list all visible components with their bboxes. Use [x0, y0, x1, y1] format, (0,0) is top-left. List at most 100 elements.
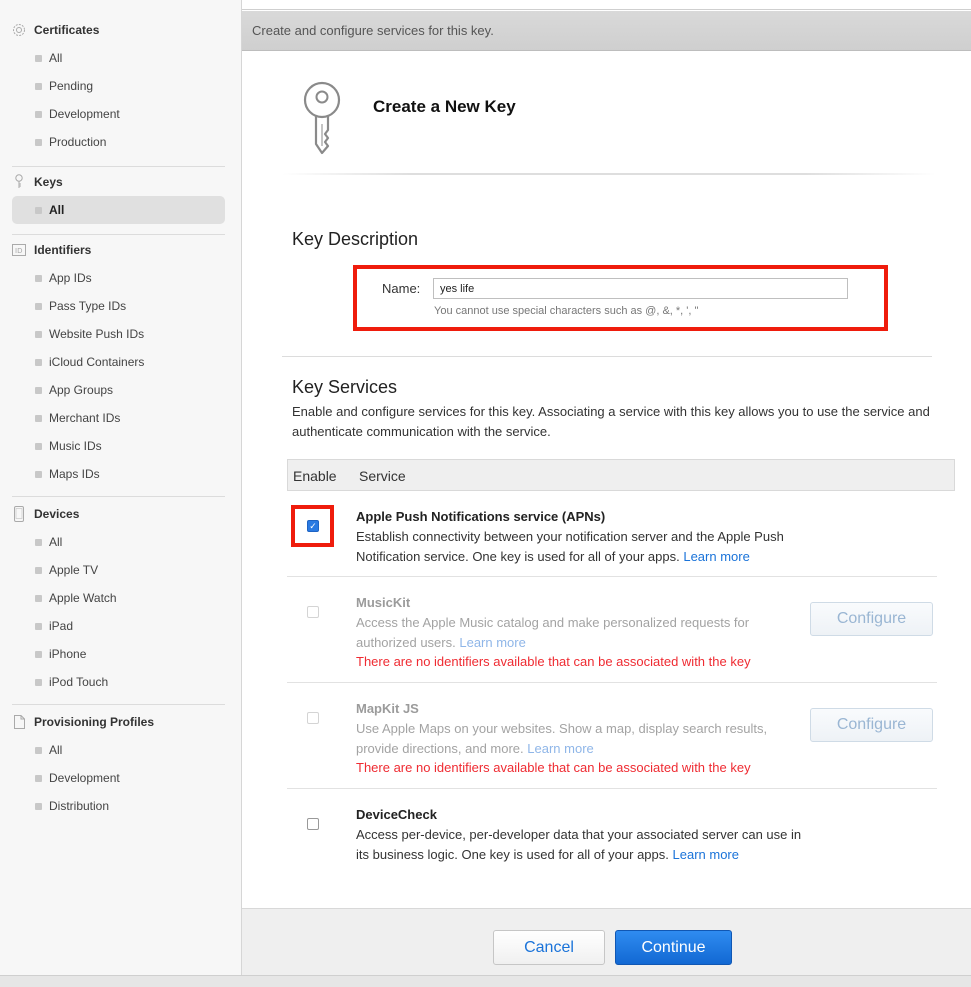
gear-badge-icon: [12, 23, 26, 37]
sidebar-item-apple-watch[interactable]: Apple Watch: [12, 584, 225, 612]
sidebar-item-app-ids[interactable]: App IDs: [12, 264, 225, 292]
sidebar-item-label: iPod Touch: [49, 675, 109, 689]
column-header-enable: Enable: [293, 468, 337, 484]
device-icon: [12, 506, 26, 522]
sidebar-item-label: iCloud Containers: [49, 355, 145, 369]
sidebar-divider: [12, 496, 225, 497]
sidebar-item-label: iPhone: [49, 647, 87, 661]
services-table-header: Enable Service: [287, 459, 955, 491]
sidebar-item-certificates-development[interactable]: Development: [12, 100, 225, 128]
key-icon: [298, 80, 346, 158]
sidebar-item-label: Merchant IDs: [49, 411, 121, 425]
sidebar-item-label: Development: [49, 107, 120, 121]
bullet-icon: [35, 442, 42, 450]
bullet-icon: [35, 330, 42, 338]
cancel-button[interactable]: Cancel: [493, 930, 605, 965]
sidebar-item-certificates-all[interactable]: All: [12, 44, 225, 72]
sidebar-item-ipod-touch[interactable]: iPod Touch: [12, 668, 225, 696]
sidebar-section-devices: Devices All Apple TV Apple Watch iPad iP…: [12, 500, 225, 696]
sidebar-item-label: Development: [49, 771, 120, 785]
configure-button-mapkit-js[interactable]: Configure: [810, 708, 933, 742]
sidebar-item-keys-all[interactable]: All: [12, 196, 225, 224]
learn-more-link-musickit[interactable]: Learn more: [459, 635, 525, 650]
sidebar-item-label: All: [49, 535, 63, 549]
section-divider: [282, 356, 932, 357]
bullet-icon: [35, 594, 42, 602]
learn-more-link-apns[interactable]: Learn more: [683, 549, 749, 564]
configure-button-musickit[interactable]: Configure: [810, 602, 933, 636]
sidebar-item-profiles-development[interactable]: Development: [12, 764, 225, 792]
bullet-icon: [35, 650, 42, 658]
footer-bar: Cancel Continue: [242, 908, 971, 975]
sidebar-divider: [12, 704, 225, 705]
bullet-icon: [35, 414, 42, 422]
bullet-icon: [35, 82, 42, 90]
page-subheader: Create and configure services for this k…: [242, 11, 971, 51]
key-name-input[interactable]: [433, 278, 848, 299]
sidebar-item-certificates-production[interactable]: Production: [12, 128, 225, 156]
document-icon: [12, 715, 26, 729]
sidebar-item-label: Apple TV: [49, 563, 99, 577]
sidebar-item-maps-ids[interactable]: Maps IDs: [12, 460, 225, 488]
sidebar-heading-label: Keys: [34, 175, 63, 189]
sidebar: Certificates All Pending Development Pro…: [0, 0, 242, 975]
bullet-icon: [35, 746, 42, 754]
name-hint: You cannot use special characters such a…: [434, 305, 699, 317]
devicecheck-checkbox[interactable]: [307, 818, 319, 830]
sidebar-heading-identifiers[interactable]: ID Identifiers: [12, 236, 225, 264]
sidebar-item-website-push-ids[interactable]: Website Push IDs: [12, 320, 225, 348]
continue-button[interactable]: Continue: [615, 930, 732, 965]
learn-more-link-mapkit-js[interactable]: Learn more: [527, 741, 593, 756]
sidebar-item-music-ids[interactable]: Music IDs: [12, 432, 225, 460]
top-strip: [242, 0, 971, 10]
sidebar-item-iphone[interactable]: iPhone: [12, 640, 225, 668]
key-icon: [12, 174, 26, 189]
title-divider: [282, 173, 936, 175]
bullet-icon: [35, 774, 42, 782]
error-message-musickit: There are no identifiers available that …: [356, 654, 751, 669]
mapkit-js-checkbox[interactable]: [307, 712, 319, 724]
bullet-icon: [35, 802, 42, 810]
sidebar-heading-certificates[interactable]: Certificates: [12, 16, 225, 44]
sidebar-item-merchant-ids[interactable]: Merchant IDs: [12, 404, 225, 432]
sidebar-heading-label: Devices: [34, 507, 80, 521]
bullet-icon: [35, 138, 42, 146]
sidebar-item-app-groups[interactable]: App Groups: [12, 376, 225, 404]
sidebar-item-label: All: [49, 203, 65, 217]
sidebar-item-label: All: [49, 743, 63, 757]
sidebar-item-label: All: [49, 51, 63, 65]
learn-more-link-devicecheck[interactable]: Learn more: [673, 847, 739, 862]
bullet-icon: [35, 622, 42, 630]
page-title: Create a New Key: [373, 97, 516, 116]
sidebar-divider: [12, 166, 225, 167]
service-description-text: Access the Apple Music catalog and make …: [356, 615, 750, 650]
sidebar-item-profiles-distribution[interactable]: Distribution: [12, 792, 225, 820]
service-description-devicecheck: Access per-device, per-developer data th…: [356, 825, 806, 865]
bullet-icon: [35, 678, 42, 686]
sidebar-item-label: iPad: [49, 619, 74, 633]
error-message-mapkit-js: There are no identifiers available that …: [356, 760, 751, 775]
bullet-icon: [35, 470, 42, 478]
sidebar-item-icloud-containers[interactable]: iCloud Containers: [12, 348, 225, 376]
sidebar-item-apple-tv[interactable]: Apple TV: [12, 556, 225, 584]
sidebar-heading-devices[interactable]: Devices: [12, 500, 225, 528]
service-title-devicecheck: DeviceCheck: [356, 807, 437, 822]
bullet-icon: [35, 206, 42, 214]
bullet-icon: [35, 566, 42, 574]
sidebar-heading-provisioning-profiles[interactable]: Provisioning Profiles: [12, 708, 225, 736]
sidebar-item-pass-type-ids[interactable]: Pass Type IDs: [12, 292, 225, 320]
sidebar-section-provisioning-profiles: Provisioning Profiles All Development Di…: [12, 708, 225, 820]
sidebar-item-devices-all[interactable]: All: [12, 528, 225, 556]
key-description-heading: Key Description: [292, 229, 419, 249]
apns-checkbox[interactable]: ✓: [307, 520, 319, 532]
musickit-checkbox[interactable]: [307, 606, 319, 618]
sidebar-item-ipad[interactable]: iPad: [12, 612, 225, 640]
sidebar-section-keys: Keys All: [12, 168, 225, 224]
sidebar-item-certificates-pending[interactable]: Pending: [12, 72, 225, 100]
sidebar-item-label: Pass Type IDs: [49, 299, 127, 313]
sidebar-heading-keys[interactable]: Keys: [12, 168, 225, 196]
sidebar-item-profiles-all[interactable]: All: [12, 736, 225, 764]
subheader-text: Create and configure services for this k…: [252, 23, 494, 38]
svg-text:ID: ID: [15, 247, 22, 255]
row-divider: [287, 576, 937, 577]
